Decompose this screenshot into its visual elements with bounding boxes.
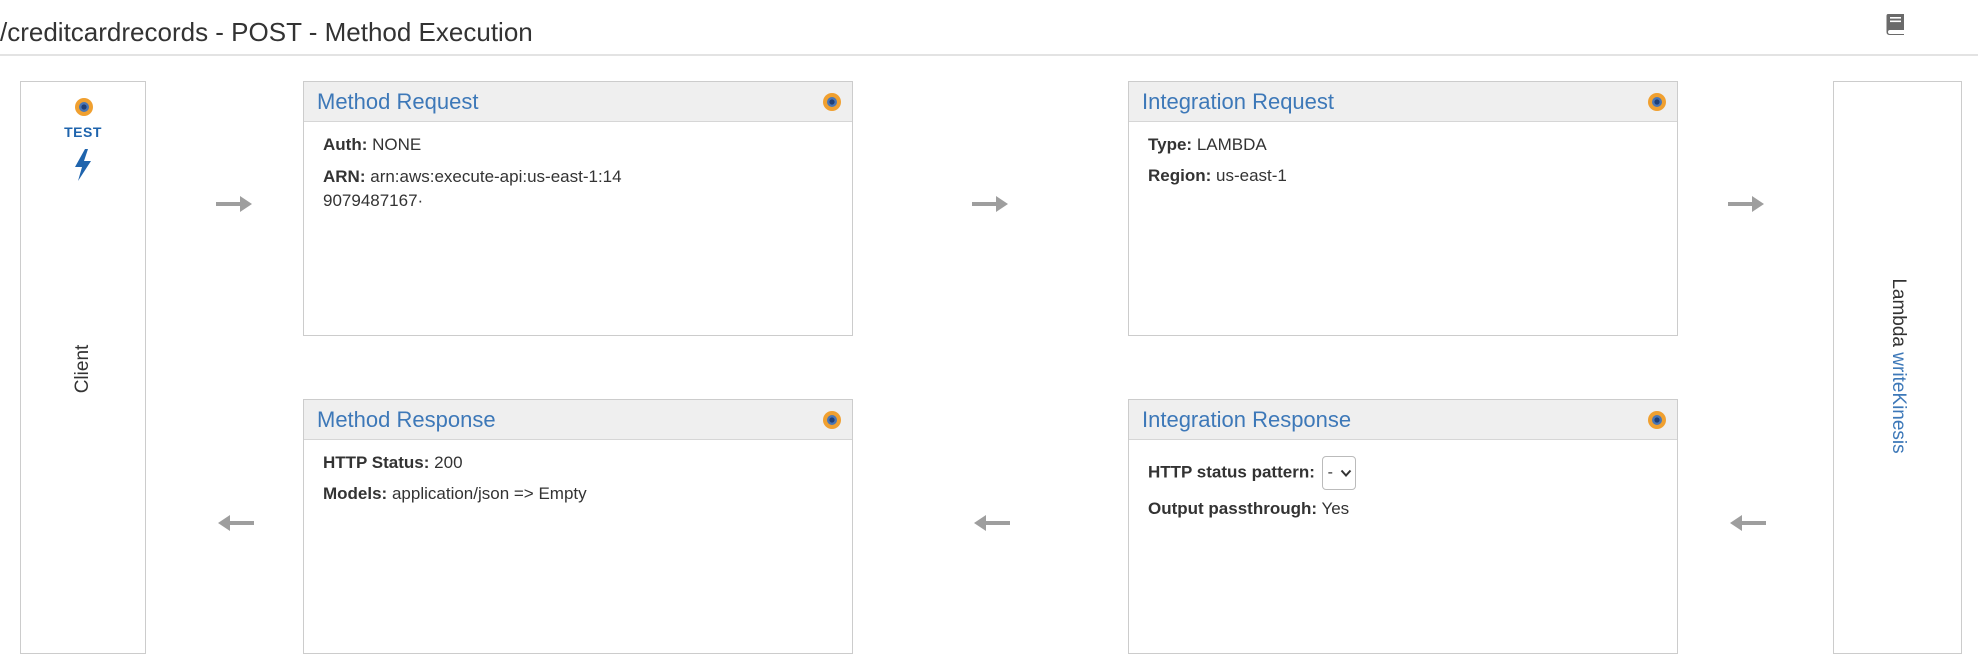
region-row: Region: us-east-1 xyxy=(1148,165,1658,187)
passthrough-value: Yes xyxy=(1321,499,1350,518)
page-header: /creditcardrecords - POST - Method Execu… xyxy=(0,0,1978,56)
integration-response-link[interactable]: Integration Response xyxy=(1142,406,1351,434)
left-arrow-icon xyxy=(218,515,254,531)
method-response-body: HTTP Status: 200 Models: application/jso… xyxy=(323,452,833,514)
status-pattern-value: - xyxy=(1327,464,1333,481)
integration-request-link[interactable]: Integration Request xyxy=(1142,88,1334,116)
book-icon[interactable] xyxy=(1882,10,1910,38)
integration-response-header: Integration Response xyxy=(1129,400,1677,440)
right-arrow-icon xyxy=(216,196,252,212)
http-status-value: 200 xyxy=(434,453,463,472)
integration-response-body: HTTP status pattern: - Output passthroug… xyxy=(1148,456,1658,529)
method-response-panel: Method Response HTTP Status: 200 Models:… xyxy=(303,399,853,654)
type-row: Type: LAMBDA xyxy=(1148,134,1658,156)
method-request-header: Method Request xyxy=(304,82,852,122)
integration-request-header: Integration Request xyxy=(1129,82,1677,122)
lambda-label: Lambda writeKinesis xyxy=(1887,278,1909,453)
settings-dot-icon[interactable] xyxy=(1647,92,1667,112)
status-pattern-label: HTTP status pattern: xyxy=(1148,462,1315,482)
auth-value: NONE xyxy=(372,135,422,154)
right-arrow-icon xyxy=(972,196,1008,212)
integration-request-body: Type: LAMBDA Region: us-east-1 xyxy=(1148,134,1658,196)
region-value: us-east-1 xyxy=(1216,166,1287,185)
page-title: /creditcardrecords - POST - Method Execu… xyxy=(0,17,533,47)
settings-dot-icon[interactable] xyxy=(822,92,842,112)
method-request-link[interactable]: Method Request xyxy=(317,88,478,116)
auth-row: Auth: NONE xyxy=(323,134,833,156)
method-response-link[interactable]: Method Response xyxy=(317,406,496,434)
method-request-body: Auth: NONE ARN: arn:aws:execute-api:us-e… xyxy=(323,134,833,222)
lambda-column: Lambda writeKinesis xyxy=(1833,81,1962,654)
left-arrow-icon xyxy=(974,515,1010,531)
models-row: Models: application/json => Empty xyxy=(323,483,833,505)
integration-request-panel: Integration Request Type: LAMBDA Region:… xyxy=(1128,81,1678,336)
settings-dot-icon[interactable] xyxy=(1647,410,1667,430)
client-column: TEST Client xyxy=(20,81,146,654)
models-value: application/json => Empty xyxy=(391,484,587,503)
passthrough-row: Output passthrough: Yes xyxy=(1148,498,1658,520)
lightning-bolt-icon[interactable] xyxy=(71,148,95,182)
arn-value: arn:aws:execute-api:us-east-1:1490794871… xyxy=(323,167,622,210)
type-value: LAMBDA xyxy=(1196,135,1267,154)
arn-label: ARN: xyxy=(323,167,366,186)
test-settings-dot-icon[interactable] xyxy=(74,97,94,117)
method-request-panel: Method Request Auth: NONE ARN: arn:aws:e… xyxy=(303,81,853,336)
method-response-header: Method Response xyxy=(304,400,852,440)
passthrough-label: Output passthrough: xyxy=(1148,499,1318,518)
right-arrow-icon xyxy=(1728,196,1764,212)
lambda-function-link[interactable]: writeKinesis xyxy=(1888,352,1909,453)
test-link[interactable]: TEST xyxy=(21,124,145,140)
status-pattern-row: HTTP status pattern: - xyxy=(1148,456,1658,490)
lambda-prefix: Lambda xyxy=(1888,278,1909,353)
models-label: Models: xyxy=(323,484,388,503)
auth-label: Auth: xyxy=(323,135,368,154)
http-status-row: HTTP Status: 200 xyxy=(323,452,833,474)
type-label: Type: xyxy=(1148,135,1193,154)
left-arrow-icon xyxy=(1730,515,1766,531)
http-status-label: HTTP Status: xyxy=(323,453,430,472)
chevron-down-icon xyxy=(1340,469,1351,477)
status-pattern-select[interactable]: - xyxy=(1321,456,1356,490)
region-label: Region: xyxy=(1148,166,1212,185)
arn-row: ARN: arn:aws:execute-api:us-east-1:14907… xyxy=(323,165,623,213)
client-label: Client xyxy=(72,344,93,394)
settings-dot-icon[interactable] xyxy=(822,410,842,430)
integration-response-panel: Integration Response HTTP status pattern… xyxy=(1128,399,1678,654)
